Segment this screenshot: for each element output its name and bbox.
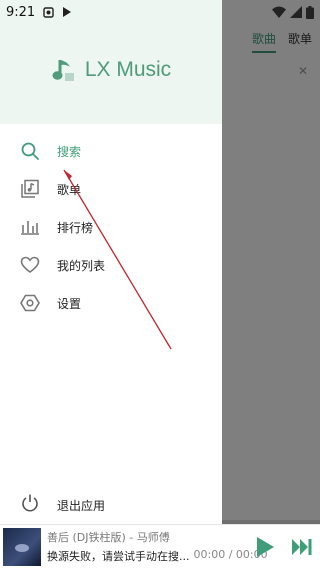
app-logo-icon — [52, 60, 74, 81]
heart-icon — [20, 255, 40, 275]
album-art[interactable] — [3, 527, 41, 566]
playlist-icon — [20, 179, 40, 199]
menu-item-label: 设置 — [57, 296, 82, 311]
next-track-icon[interactable] — [291, 538, 313, 556]
status-bar: 9:21 — [0, 0, 320, 24]
menu-item-label: 排行榜 — [57, 220, 94, 235]
exit-app-label: 退出应用 — [57, 498, 106, 513]
menu-item-label: 搜索 — [57, 144, 82, 159]
player-status-text: 换源失败，请尝试手动在搜... — [47, 550, 190, 563]
menu-item-charts[interactable]: 排行榜 — [0, 208, 222, 246]
power-icon — [20, 493, 40, 517]
menu-item-settings[interactable]: 设置 — [0, 284, 222, 322]
play-icon[interactable] — [255, 536, 275, 558]
track-title: 善后 (DJ铁柱版) - 马师傅 — [47, 531, 170, 544]
play-indicator-icon — [63, 7, 72, 17]
app-name: LX Music — [84, 58, 172, 81]
exit-app-button[interactable]: 退出应用 — [0, 488, 105, 522]
drawer-menu: 搜索 歌单 排行榜 我的列表 设置 — [0, 132, 222, 322]
menu-item-label: 我的列表 — [57, 258, 106, 273]
wifi-icon — [272, 6, 286, 18]
signal-icon — [290, 6, 302, 18]
menu-item-label: 歌单 — [57, 182, 82, 197]
screen-capture-icon — [43, 6, 54, 18]
menu-item-search[interactable]: 搜索 — [0, 132, 222, 170]
menu-item-my-lists[interactable]: 我的列表 — [0, 246, 222, 284]
settings-icon — [20, 293, 40, 313]
navigation-drawer: LX Music 搜索 歌单 排行榜 我的列表 设置 退出应用 — [0, 0, 222, 524]
bar-chart-icon — [20, 217, 40, 237]
battery-icon — [306, 5, 314, 19]
status-time: 9:21 — [6, 4, 36, 20]
search-icon — [20, 141, 40, 161]
player-info: 善后 (DJ铁柱版) - 马师傅 换源失败，请尝试手动在搜... 00:00 /… — [47, 529, 268, 564]
player-bar[interactable]: 善后 (DJ铁柱版) - 马师傅 换源失败，请尝试手动在搜... 00:00 /… — [0, 524, 320, 568]
menu-item-playlists[interactable]: 歌单 — [0, 170, 222, 208]
